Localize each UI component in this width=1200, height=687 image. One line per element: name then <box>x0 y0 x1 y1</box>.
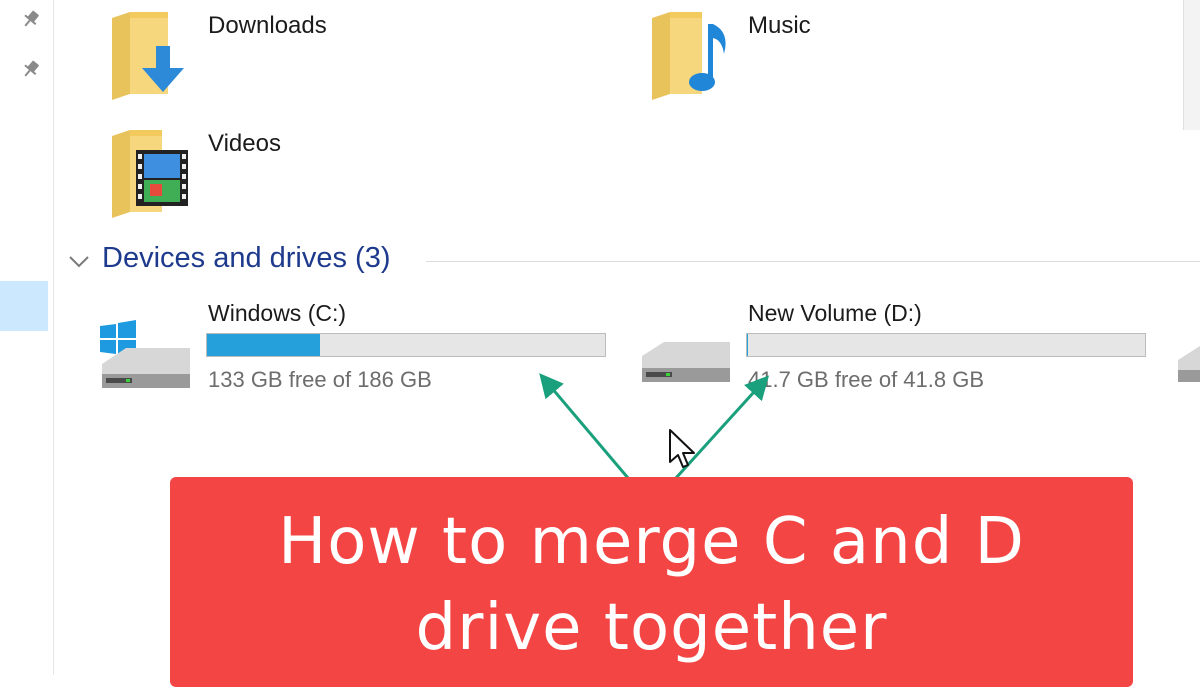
folder-videos[interactable]: Videos <box>110 128 410 218</box>
windows-drive-icon <box>100 320 190 388</box>
group-title: Devices and drives (3) <box>102 242 391 274</box>
drive-usage-fill <box>747 334 748 356</box>
drive-usage-bar <box>206 333 606 357</box>
videos-folder-icon <box>112 130 188 218</box>
drive-icon[interactable] <box>1178 340 1200 392</box>
folder-music[interactable]: Music <box>650 10 950 100</box>
mouse-cursor-icon <box>669 429 695 468</box>
pin-icon[interactable] <box>20 8 42 30</box>
banner-line-2: drive together <box>415 591 888 665</box>
folder-label: Downloads <box>208 12 327 39</box>
group-divider <box>426 261 1200 262</box>
drive-usage-fill <box>207 334 321 356</box>
title-banner: How to merge C and D drive together <box>170 477 1133 687</box>
drive-name: New Volume (D:) <box>748 300 922 326</box>
drive-name: Windows (C:) <box>208 300 347 326</box>
downloads-folder-icon <box>112 12 184 100</box>
folder-downloads[interactable]: Downloads <box>110 10 410 100</box>
drive-d[interactable]: New Volume (D:) 41.7 GB free of 41.8 GB <box>636 296 1156 396</box>
drive-free-space: 133 GB free of 186 GB <box>208 367 432 392</box>
chevron-down-icon[interactable] <box>66 248 92 274</box>
folder-label: Music <box>748 12 811 39</box>
music-folder-icon <box>652 12 726 100</box>
navigation-pane <box>0 0 54 675</box>
devices-group-header[interactable]: Devices and drives (3) <box>66 240 1200 280</box>
drive-usage-bar <box>746 333 1146 357</box>
banner-line-1: How to merge C and D <box>278 505 1025 579</box>
folder-label: Videos <box>208 130 281 157</box>
drive-c[interactable]: Windows (C:) 133 GB free of 186 GB <box>96 296 616 396</box>
drive-free-space: 41.7 GB free of 41.8 GB <box>748 367 985 392</box>
partial-folder-tile <box>1183 0 1200 130</box>
drive-icon <box>642 342 730 382</box>
selected-nav-item[interactable] <box>0 281 48 331</box>
pin-icon[interactable] <box>20 58 42 80</box>
